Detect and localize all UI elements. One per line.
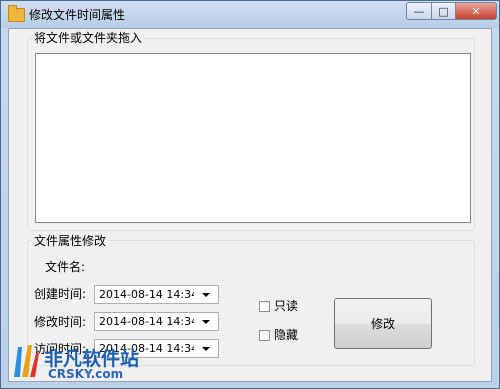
filename-label: 文件名: xyxy=(45,260,86,274)
modify-button-label: 修改 xyxy=(370,317,395,331)
title-bar[interactable]: 修改文件时间属性 — □ ✕ xyxy=(1,1,499,28)
modified-time-picker[interactable]: 2014-08-14 14:34:4 xyxy=(94,312,219,331)
created-time-picker[interactable]: 2014-08-14 14:34:4 xyxy=(94,285,219,304)
drop-group-label: 将文件或文件夹拖入 xyxy=(32,31,145,45)
maximize-icon: □ xyxy=(438,4,449,18)
chevron-down-icon[interactable] xyxy=(202,293,210,297)
maximize-button[interactable]: □ xyxy=(431,2,456,20)
minimize-icon: — xyxy=(413,4,425,18)
modified-time-value: 2014-08-14 14:34:4 xyxy=(99,315,194,328)
modified-time-label: 修改时间: xyxy=(34,315,87,329)
created-time-value: 2014-08-14 14:34:4 xyxy=(99,288,194,301)
minimize-button[interactable]: — xyxy=(406,2,432,20)
main-window: 修改文件时间属性 — □ ✕ 将文件或文件夹拖入 文件属性修改 文件名: 创建时… xyxy=(0,0,500,389)
watermark: 非凡软件站 CRSKY.com xyxy=(8,341,148,387)
close-button[interactable]: ✕ xyxy=(455,2,497,20)
readonly-checkbox[interactable] xyxy=(259,301,270,312)
modify-button[interactable]: 修改 xyxy=(334,298,432,349)
window-title: 修改文件时间属性 xyxy=(29,8,126,22)
close-icon: ✕ xyxy=(471,4,481,18)
attr-group-label: 文件属性修改 xyxy=(32,234,109,248)
created-time-label: 创建时间: xyxy=(34,287,87,301)
client-area: 将文件或文件夹拖入 文件属性修改 文件名: 创建时间: 2014-08-14 1… xyxy=(8,28,492,382)
hidden-label[interactable]: 隐藏 xyxy=(274,328,298,342)
chevron-down-icon[interactable] xyxy=(202,320,210,324)
folder-icon xyxy=(8,5,25,22)
watermark-en: CRSKY.com xyxy=(48,367,124,381)
hidden-checkbox[interactable] xyxy=(259,330,270,341)
chevron-down-icon[interactable] xyxy=(202,347,210,351)
crsky-logo-icon xyxy=(14,345,39,377)
file-drop-area[interactable] xyxy=(35,53,471,223)
readonly-label[interactable]: 只读 xyxy=(274,299,298,313)
